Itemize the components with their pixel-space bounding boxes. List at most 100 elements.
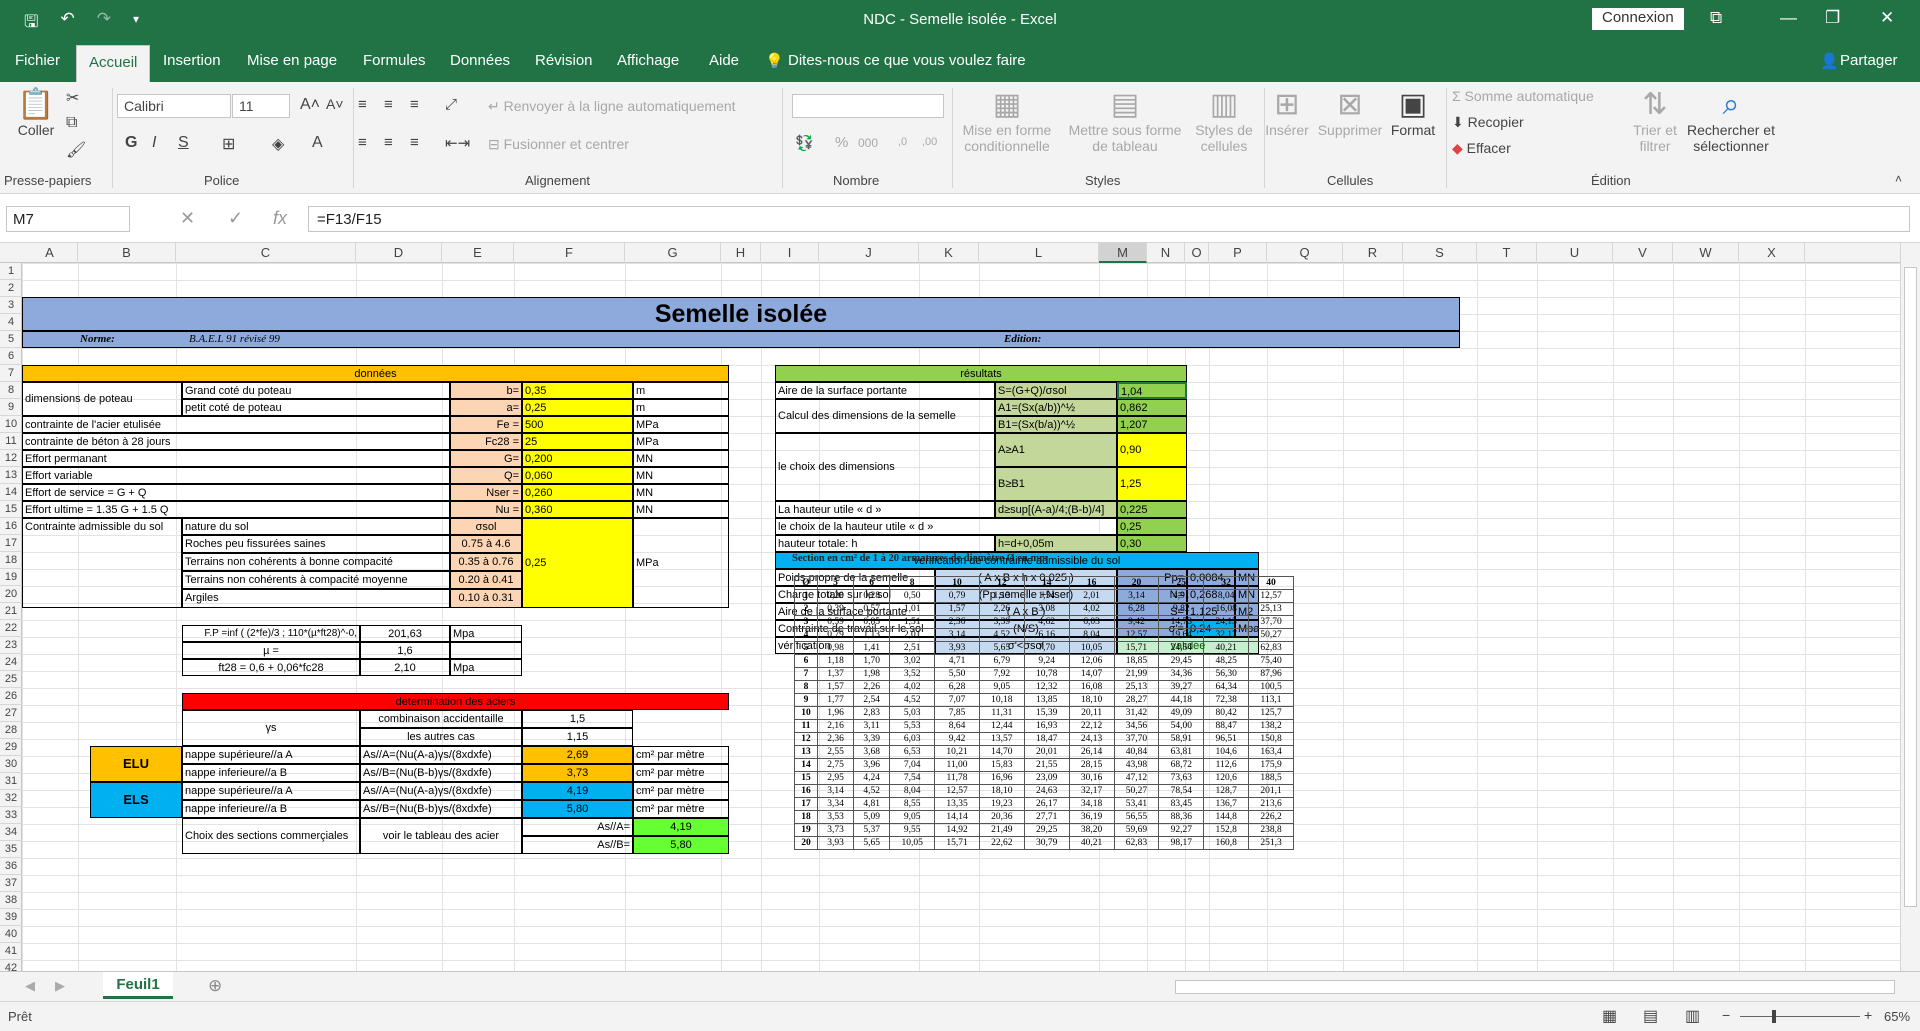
row-header[interactable]: 29 <box>0 739 22 756</box>
row-header[interactable]: 41 <box>0 943 22 960</box>
res-aire-value[interactable]: 1,04 <box>1117 382 1187 399</box>
soil-4-range[interactable]: 0.10 à 0.31 <box>450 589 522 608</box>
res-choix-label[interactable]: le choix des dimensions <box>775 433 995 501</box>
fe-value[interactable]: 500 <box>522 416 633 433</box>
row-header[interactable]: 22 <box>0 620 22 637</box>
q-symbol[interactable]: Q= <box>450 467 522 484</box>
find-select-button[interactable]: ⌕ Rechercher et sélectionner <box>1683 88 1779 154</box>
soil-3-range[interactable]: 0.20 à 0.41 <box>450 571 522 589</box>
elu-b-label[interactable]: nappe inferieure//a B <box>182 764 360 782</box>
row-header[interactable]: 35 <box>0 841 22 858</box>
res-calcul-label[interactable]: Calcul des dimensions de la semelle <box>775 399 995 433</box>
els-a-formula[interactable]: As//A=(Nu(A-a)γs/(8xdxfe) <box>360 782 522 800</box>
underline-icon[interactable]: S <box>178 134 189 152</box>
nser-unit[interactable]: MN <box>633 484 729 501</box>
sheet-title[interactable]: Semelle isolée <box>22 297 1460 331</box>
grand-cote-label[interactable]: Grand coté du poteau <box>182 382 450 399</box>
column-header-s[interactable]: S <box>1403 243 1477 263</box>
a-value[interactable]: 0,25 <box>522 399 633 416</box>
percent-icon[interactable]: % <box>835 134 848 151</box>
res-aire-formula[interactable]: S=(G+Q)/σsol <box>995 382 1117 399</box>
row-header[interactable]: 8 <box>0 382 22 399</box>
els-b-value[interactable]: 5,80 <box>522 800 633 818</box>
elu-a-label[interactable]: nappe supérieure//a A <box>182 746 360 764</box>
column-header-r[interactable]: R <box>1343 243 1403 263</box>
res-a1-formula[interactable]: A1=(Sx(a/b))^½ <box>995 399 1117 416</box>
soil-4-name[interactable]: Argiles <box>182 589 450 608</box>
zoom-slider-track[interactable] <box>1740 1016 1860 1017</box>
column-header-n[interactable]: N <box>1147 243 1185 263</box>
elu-a-formula[interactable]: As//A=(Nu(A-a)γs/(8xdxfe) <box>360 746 522 764</box>
q-label[interactable]: Effort variable <box>22 467 450 484</box>
autres-value[interactable]: 1,15 <box>522 728 633 746</box>
vertical-scroll-thumb[interactable] <box>1904 267 1917 907</box>
choix-label[interactable]: Choix des sections commerçiales <box>182 818 360 854</box>
tab-aide[interactable]: Aide <box>709 52 739 69</box>
els-b-formula[interactable]: As//B=(Nu(B-b)γs/(8xdxfe) <box>360 800 522 818</box>
font-name-select[interactable]: Calibri <box>117 94 231 118</box>
format-cells-button[interactable]: ▣ Format <box>1388 88 1438 138</box>
soil-1-name[interactable]: Roches peu fissurées saines <box>182 535 450 553</box>
insert-function-icon[interactable]: fx <box>273 208 287 229</box>
b-label[interactable]: b= <box>450 382 522 399</box>
tab-mise-en-page[interactable]: Mise en page <box>247 52 337 69</box>
mu-value[interactable]: 1,6 <box>360 642 450 659</box>
fc28-symbol[interactable]: Fc28 = <box>450 433 522 450</box>
row-header[interactable]: 34 <box>0 824 22 841</box>
page-break-icon[interactable]: ▥ <box>1685 1006 1700 1026</box>
row-header[interactable]: 14 <box>0 484 22 501</box>
row-header[interactable]: 26 <box>0 688 22 705</box>
b-value[interactable]: 0,35 <box>522 382 633 399</box>
tell-me-search[interactable]: Dites-nous ce que vous voulez faire <box>788 52 1026 69</box>
wrap-text-button[interactable]: ↵ Renvoyer à la ligne automatiquement <box>488 98 736 115</box>
row-header[interactable]: 30 <box>0 756 22 773</box>
asB-value[interactable]: 5,80 <box>633 836 729 854</box>
row-header[interactable]: 27 <box>0 705 22 722</box>
asA-value[interactable]: 4,19 <box>633 818 729 836</box>
resultats-header[interactable]: résultats <box>775 365 1187 382</box>
increase-decimal-icon[interactable]: ,0 <box>898 136 907 148</box>
indent-icon[interactable]: ⇤⇥ <box>445 134 470 152</box>
zoom-out-icon[interactable]: − <box>1722 1007 1730 1023</box>
tab-insertion[interactable]: Insertion <box>163 52 221 69</box>
row-header[interactable]: 16 <box>0 518 22 535</box>
row-header[interactable]: 19 <box>0 569 22 586</box>
row-header[interactable]: 31 <box>0 773 22 790</box>
res-b-value[interactable]: 1,25 <box>1117 467 1187 501</box>
g-label[interactable]: Effort permanant <box>22 450 450 467</box>
res-b1-value[interactable]: 1,207 <box>1117 416 1187 433</box>
q-value[interactable]: 0,060 <box>522 467 633 484</box>
sheet-tab-feuil1[interactable]: Feuil1 <box>103 972 173 999</box>
format-painter-icon[interactable]: 🖌 <box>66 140 86 160</box>
column-header-o[interactable]: O <box>1185 243 1209 263</box>
row-header[interactable]: 39 <box>0 909 22 926</box>
row-header[interactable]: 33 <box>0 807 22 824</box>
res-h-label[interactable]: hauteur totale: h <box>775 535 995 552</box>
sol-unit[interactable]: MPa <box>633 518 729 608</box>
format-as-table-button[interactable]: ▤ Mettre sous forme de tableau <box>1062 88 1188 154</box>
align-left-icon[interactable]: ≡ <box>358 134 367 151</box>
prev-sheet-icon[interactable]: ◀ <box>25 978 35 994</box>
tab-revision[interactable]: Révision <box>535 52 593 69</box>
nu-label[interactable]: Effort ultime = 1.35 G + 1.5 Q <box>22 501 450 518</box>
fc28-label[interactable]: contrainte de béton à 28 jours <box>22 433 450 450</box>
elu-b-formula[interactable]: As//B=(Nu(B-b)γs/(8xdxfe) <box>360 764 522 782</box>
close-icon[interactable]: ✕ <box>1880 8 1894 28</box>
soil-3-name[interactable]: Terrains non cohérents à compacité moyen… <box>182 571 450 589</box>
clear-button[interactable]: ◆ Effacer <box>1452 140 1511 157</box>
contrainte-sol-label[interactable]: Contrainte admissible du sol <box>22 518 182 608</box>
row-header[interactable]: 10 <box>0 416 22 433</box>
row-header[interactable]: 21 <box>0 603 22 620</box>
els-b-unit[interactable]: cm² par mètre <box>633 800 729 818</box>
autres-label[interactable]: les autres cas <box>360 728 522 746</box>
row-header[interactable]: 25 <box>0 671 22 688</box>
els-b-label[interactable]: nappe inferieure//a B <box>182 800 360 818</box>
mu-unit-empty[interactable] <box>450 642 522 659</box>
sort-filter-button[interactable]: ⇅ Trier et filtrer <box>1630 88 1680 154</box>
row-header[interactable]: 24 <box>0 654 22 671</box>
fc28-unit[interactable]: MPa <box>633 433 729 450</box>
currency-icon[interactable]: 💱 <box>795 134 814 152</box>
ribbon-display-icon[interactable]: ⧉ <box>1710 8 1722 28</box>
fe-symbol[interactable]: Fe = <box>450 416 522 433</box>
tab-donnees[interactable]: Données <box>450 52 510 69</box>
